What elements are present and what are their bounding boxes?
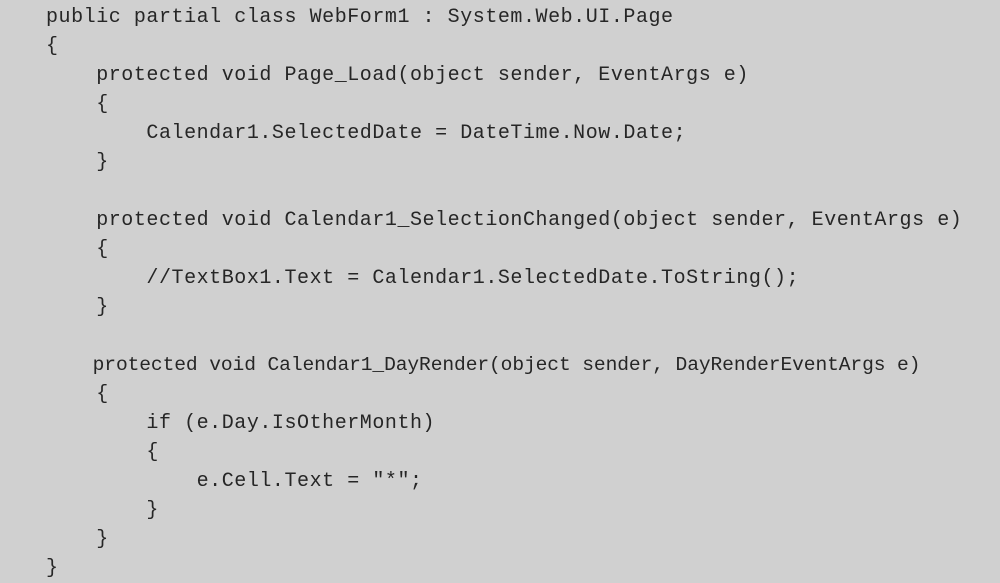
code-line: { xyxy=(46,383,109,406)
code-line: { xyxy=(46,441,159,464)
code-line: } xyxy=(46,499,159,522)
code-line: protected void Calendar1_SelectionChange… xyxy=(46,209,963,232)
code-line: Calendar1.SelectedDate = DateTime.Now.Da… xyxy=(46,122,687,145)
code-line: if (e.Day.IsOtherMonth) xyxy=(46,412,436,435)
code-line: { xyxy=(46,93,109,116)
code-line: } xyxy=(46,151,109,174)
code-line: { xyxy=(46,238,109,261)
code-line: { xyxy=(46,35,59,58)
code-line: } xyxy=(46,528,109,551)
code-line: e.Cell.Text = "*"; xyxy=(46,470,423,493)
code-line: } xyxy=(46,557,59,580)
code-line: protected void Page_Load(object sender, … xyxy=(46,64,749,87)
code-line: protected void Calendar1_DayRender(objec… xyxy=(46,354,921,376)
code-listing: public partial class WebForm1 : System.W… xyxy=(0,3,1000,580)
code-line: public partial class WebForm1 : System.W… xyxy=(46,6,674,29)
code-line: } xyxy=(46,296,109,319)
code-line: //TextBox1.Text = Calendar1.SelectedDate… xyxy=(46,267,800,290)
